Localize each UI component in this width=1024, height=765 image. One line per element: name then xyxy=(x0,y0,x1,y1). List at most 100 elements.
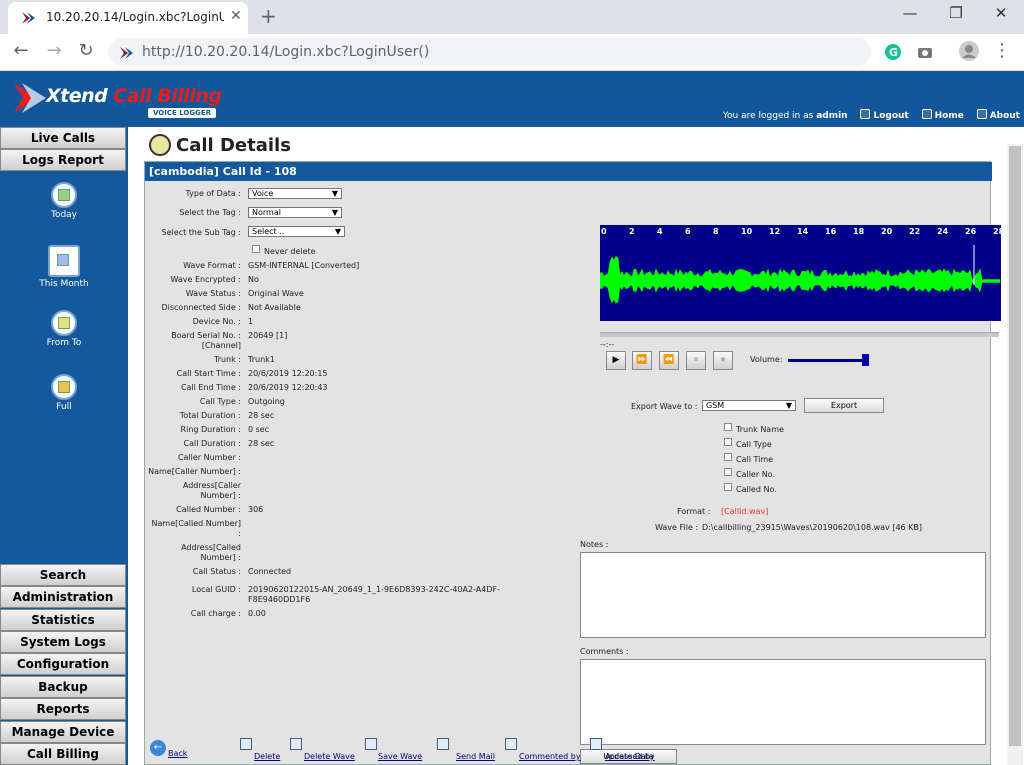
detail-label-cont: Number] : xyxy=(200,491,242,500)
wave-tick-label: 14 xyxy=(797,227,809,236)
export-button[interactable]: Export xyxy=(804,398,884,413)
detail-label: Call charge : xyxy=(190,609,241,618)
wave-tick-label: 10 xyxy=(741,227,753,236)
play-button[interactable]: ▶ xyxy=(606,351,626,370)
profile-avatar-icon[interactable] xyxy=(958,40,980,62)
volume-slider[interactable] xyxy=(788,354,869,366)
about-link[interactable]: About xyxy=(976,109,1020,121)
delete-wave-icon xyxy=(290,738,302,750)
minimize-button[interactable]: — xyxy=(895,4,925,22)
home-link[interactable]: Home xyxy=(921,109,964,121)
detail-label: Wave Format : xyxy=(183,261,241,270)
detail-value-cont: F8E9460DD1F6 xyxy=(248,595,311,604)
send-mail-link[interactable]: Send Mail xyxy=(456,752,495,761)
close-window-button[interactable]: ✕ xyxy=(986,4,1016,22)
export-option-label: Call Type xyxy=(736,440,772,449)
export-option-checkbox[interactable] xyxy=(724,453,732,461)
tag-select[interactable]: Normal ▼ xyxy=(248,207,342,218)
detail-value: 0.00 xyxy=(248,609,266,618)
browser-menu-icon[interactable]: ⋮ xyxy=(990,40,1014,61)
forward-button[interactable]: → xyxy=(42,40,66,61)
detail-label: Call Type : xyxy=(199,397,241,406)
this-month-icon xyxy=(48,245,80,277)
export-option-label: Called No. xyxy=(736,485,777,494)
delete-link[interactable]: Delete xyxy=(254,752,280,761)
pause-button[interactable]: ⏸ xyxy=(686,351,706,370)
delete-wave-link[interactable]: Delete Wave xyxy=(304,752,355,761)
from-to-icon xyxy=(51,310,77,336)
never-delete-checkbox[interactable] xyxy=(252,245,260,253)
logged-in-prefix: You are logged in as xyxy=(722,111,814,121)
detail-value: No xyxy=(248,275,259,284)
new-tab-button[interactable]: + xyxy=(260,4,277,28)
stop-button[interactable]: ⏹ xyxy=(713,351,733,370)
scrollbar-thumb[interactable] xyxy=(1009,146,1021,746)
camera-icon[interactable] xyxy=(916,43,934,61)
tab-close-icon[interactable]: ✕ xyxy=(230,8,242,24)
accessed-by-link[interactable]: Accessed by xyxy=(605,752,655,761)
export-format-select[interactable]: GSM ▼ xyxy=(702,400,796,411)
restore-button[interactable]: ❐ xyxy=(941,4,971,22)
commented-by-link[interactable]: Commented by xyxy=(519,752,581,761)
detail-value: 1 xyxy=(248,317,254,326)
sidebar-full[interactable]: Full xyxy=(34,374,94,412)
sidebar-search[interactable]: Search xyxy=(0,564,126,586)
notes-textarea[interactable] xyxy=(580,552,986,638)
logout-link[interactable]: Logout xyxy=(860,109,909,121)
detail-label: Device No. : xyxy=(192,317,241,326)
sidebar-backup[interactable]: Backup xyxy=(0,676,126,698)
sidebar-manage-device[interactable]: Manage Device xyxy=(0,721,126,743)
detail-value: Not Available xyxy=(248,303,301,312)
volume-handle[interactable] xyxy=(862,354,869,366)
comments-label: Comments : xyxy=(580,647,629,656)
detail-label-cont: Number] : xyxy=(200,553,242,562)
sidebar-configuration[interactable]: Configuration xyxy=(0,653,126,675)
sidebar-system-logs[interactable]: System Logs xyxy=(0,631,126,653)
sidebar-today[interactable]: Today xyxy=(34,182,94,220)
select-tag-label: Select the Tag : xyxy=(179,208,241,217)
tab-strip: 10.20.20.14/Login.xbc?LoginUser( ✕ + — ❐… xyxy=(0,0,1024,34)
chevron-down-icon: ▼ xyxy=(331,189,338,198)
back-arrow-icon[interactable]: ← xyxy=(150,740,166,756)
sidebar-reports[interactable]: Reports xyxy=(0,698,126,720)
sidebar-live-calls[interactable]: Live Calls xyxy=(0,127,126,149)
detail-value: 20190620122015-AN_20649_1_1-9E6D8393-242… xyxy=(248,585,500,594)
app-header: Xtend Call Billing VOICE LOGGER You are … xyxy=(0,71,1024,127)
comments-textarea[interactable] xyxy=(580,659,986,745)
seek-bar[interactable] xyxy=(600,332,999,337)
detail-label: Name[Caller Number] : xyxy=(148,467,241,476)
waveform-display[interactable]: 0246810121416182022242628 xyxy=(600,225,1001,321)
sidebar-statistics[interactable]: Statistics xyxy=(0,609,126,631)
export-option-checkbox[interactable] xyxy=(724,438,732,446)
grammarly-extension-icon[interactable]: G xyxy=(884,43,902,61)
reload-button[interactable]: ↻ xyxy=(74,40,98,61)
save-wave-link[interactable]: Save Wave xyxy=(378,752,422,761)
export-option-checkbox[interactable] xyxy=(724,423,732,431)
subtag-select[interactable]: Select .. ▼ xyxy=(248,226,345,237)
page-scrollbar[interactable] xyxy=(1007,144,1023,765)
back-link[interactable]: Back xyxy=(168,749,187,758)
address-bar[interactable]: http://10.20.20.14/Login.xbc?LoginUser() xyxy=(108,38,871,66)
about-icon xyxy=(976,109,987,119)
select-subtag-label: Select the Sub Tag : xyxy=(161,228,241,237)
sidebar-administration[interactable]: Administration xyxy=(0,586,126,608)
sidebar-from-to[interactable]: From To xyxy=(34,310,94,348)
sidebar-call-billing[interactable]: Call Billing xyxy=(0,743,126,765)
detail-label: Local GUID : xyxy=(191,585,241,594)
export-option-checkbox[interactable] xyxy=(724,483,732,491)
rewind-button[interactable]: ⏪ xyxy=(659,351,679,370)
sidebar-this-month[interactable]: This Month xyxy=(34,245,94,289)
detail-label: Board Serial No. : xyxy=(171,331,241,340)
type-of-data-select[interactable]: Voice ▼ xyxy=(248,188,342,199)
browser-tab[interactable]: 10.20.20.14/Login.xbc?LoginUser( ✕ xyxy=(8,2,248,34)
user-info: You are logged in as admin Logout Home A… xyxy=(723,109,1020,121)
detail-label: Call Start Time : xyxy=(176,369,241,378)
fast-forward-button[interactable]: ⏩ xyxy=(632,351,652,370)
notes-label: Notes : xyxy=(580,540,609,549)
sidebar-logs-report[interactable]: Logs Report xyxy=(0,149,126,171)
back-button[interactable]: ← xyxy=(9,40,33,61)
export-option-checkbox[interactable] xyxy=(724,468,732,476)
detail-label: Wave Status : xyxy=(185,289,241,298)
export-option-label: Call Time xyxy=(736,455,774,464)
wave-file-value: D:\callbilling_23915\Waves\20190620\108.… xyxy=(702,523,923,532)
